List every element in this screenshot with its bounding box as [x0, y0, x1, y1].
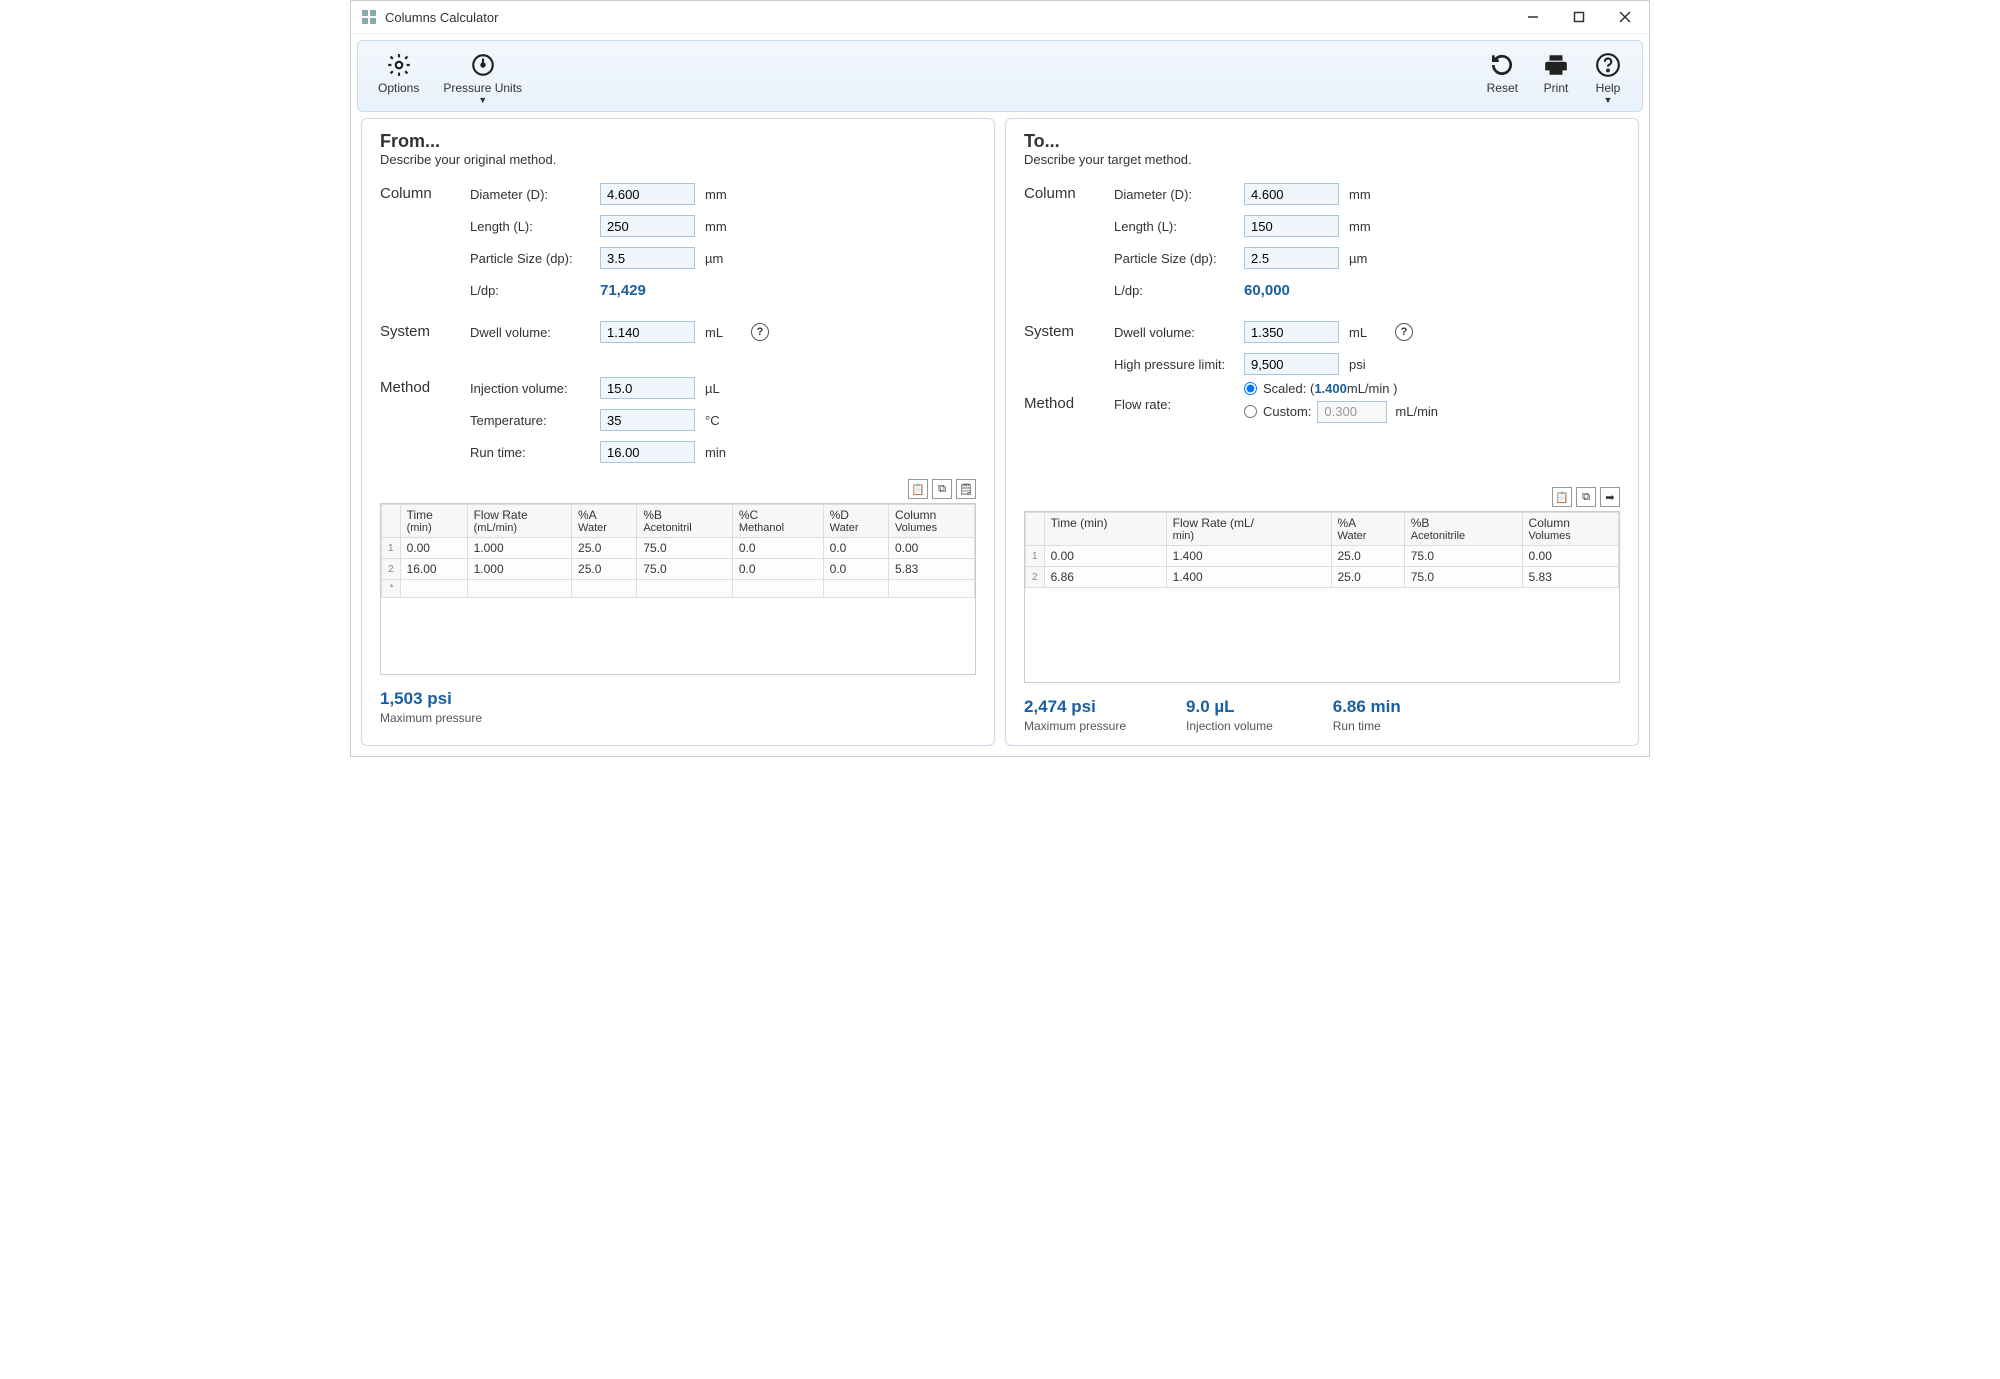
to-table-toolbar: 📋 ⧉ ➡	[1024, 487, 1620, 507]
from-gradient-table[interactable]: Time(min) Flow Rate(mL/min) %AWater %BAc…	[380, 503, 976, 675]
to-injection-volume: 9.0 µL	[1186, 697, 1273, 717]
gauge-icon	[469, 51, 497, 79]
maximize-button[interactable]	[1565, 7, 1593, 27]
to-particle-input[interactable]	[1244, 247, 1339, 269]
gear-icon	[385, 51, 413, 79]
from-particle-input[interactable]	[600, 247, 695, 269]
options-button[interactable]: Options	[372, 49, 425, 107]
reset-button[interactable]: Reset	[1481, 49, 1524, 107]
help-icon[interactable]: ?	[1395, 323, 1413, 341]
from-method-label: Method	[380, 375, 470, 471]
from-summary: 1,503 psi Maximum pressure	[380, 689, 976, 725]
chevron-down-icon: ▼	[478, 95, 487, 105]
copy-icon[interactable]: ⧉	[1576, 487, 1596, 507]
app-window: Columns Calculator Options Pressure Unit…	[350, 0, 1650, 757]
from-diameter-input[interactable]	[600, 183, 695, 205]
clipboard-icon[interactable]: 🗒	[956, 479, 976, 499]
app-icon	[361, 9, 377, 25]
from-title: From...	[380, 131, 976, 152]
to-max-pressure: 2,474 psi	[1024, 697, 1126, 717]
table-row: 26.861.40025.075.05.83	[1026, 567, 1619, 588]
from-injection-input[interactable]	[600, 377, 695, 399]
to-column-label: Column	[1024, 181, 1114, 309]
minimize-button[interactable]	[1519, 7, 1547, 27]
from-length-input[interactable]	[600, 215, 695, 237]
from-subtitle: Describe your original method.	[380, 152, 976, 167]
to-method-label: Method	[1024, 391, 1114, 423]
from-max-pressure: 1,503 psi	[380, 689, 482, 709]
table-row: 216.001.00025.075.00.00.05.83	[382, 559, 975, 580]
from-system-label: System	[380, 319, 470, 351]
reset-icon	[1488, 51, 1516, 79]
to-length-input[interactable]	[1244, 215, 1339, 237]
paste-icon[interactable]: 📋	[1552, 487, 1572, 507]
pressure-units-button[interactable]: Pressure Units ▼	[437, 49, 528, 107]
to-gradient-table[interactable]: Time (min) Flow Rate (mL/min) %AWater %B…	[1024, 511, 1620, 683]
to-ldp-value: 60,000	[1244, 282, 1290, 299]
to-diameter-input[interactable]	[1244, 183, 1339, 205]
to-system-label: System	[1024, 319, 1114, 383]
export-icon[interactable]: ➡	[1600, 487, 1620, 507]
from-dwell-input[interactable]	[600, 321, 695, 343]
print-icon	[1542, 51, 1570, 79]
help-button[interactable]: Help ▼	[1588, 49, 1628, 107]
paste-icon[interactable]: 📋	[908, 479, 928, 499]
table-row: 10.001.40025.075.00.00	[1026, 546, 1619, 567]
to-subtitle: Describe your target method.	[1024, 152, 1620, 167]
from-runtime-input[interactable]	[600, 441, 695, 463]
copy-icon[interactable]: ⧉	[932, 479, 952, 499]
titlebar: Columns Calculator	[351, 1, 1649, 34]
to-run-time: 6.86 min	[1333, 697, 1401, 717]
from-temperature-input[interactable]	[600, 409, 695, 431]
to-summary: 2,474 psi Maximum pressure 9.0 µL Inject…	[1024, 697, 1620, 733]
help-icon	[1594, 51, 1622, 79]
main-content: From... Describe your original method. C…	[351, 118, 1649, 756]
from-table-toolbar: 📋 ⧉ 🗒	[380, 479, 976, 499]
window-title: Columns Calculator	[385, 10, 1519, 25]
to-panel: To... Describe your target method. Colum…	[1005, 118, 1639, 746]
table-row: 10.001.00025.075.00.00.00.00	[382, 538, 975, 559]
flow-custom-radio[interactable]	[1244, 405, 1257, 418]
to-dwell-input[interactable]	[1244, 321, 1339, 343]
table-row: *	[382, 580, 975, 598]
from-panel: From... Describe your original method. C…	[361, 118, 995, 746]
toolbar: Options Pressure Units ▼ Reset	[357, 40, 1643, 112]
from-column-label: Column	[380, 181, 470, 309]
to-title: To...	[1024, 131, 1620, 152]
from-ldp-value: 71,429	[600, 282, 646, 299]
to-hpl-input[interactable]	[1244, 353, 1339, 375]
to-custom-flow-input[interactable]	[1317, 401, 1387, 423]
print-button[interactable]: Print	[1536, 49, 1576, 107]
window-controls	[1519, 7, 1639, 27]
chevron-down-icon: ▼	[1604, 95, 1613, 105]
close-button[interactable]	[1611, 7, 1639, 27]
help-icon[interactable]: ?	[751, 323, 769, 341]
scaled-flow-value: 1.400	[1314, 381, 1347, 396]
flow-scaled-radio[interactable]	[1244, 382, 1257, 395]
